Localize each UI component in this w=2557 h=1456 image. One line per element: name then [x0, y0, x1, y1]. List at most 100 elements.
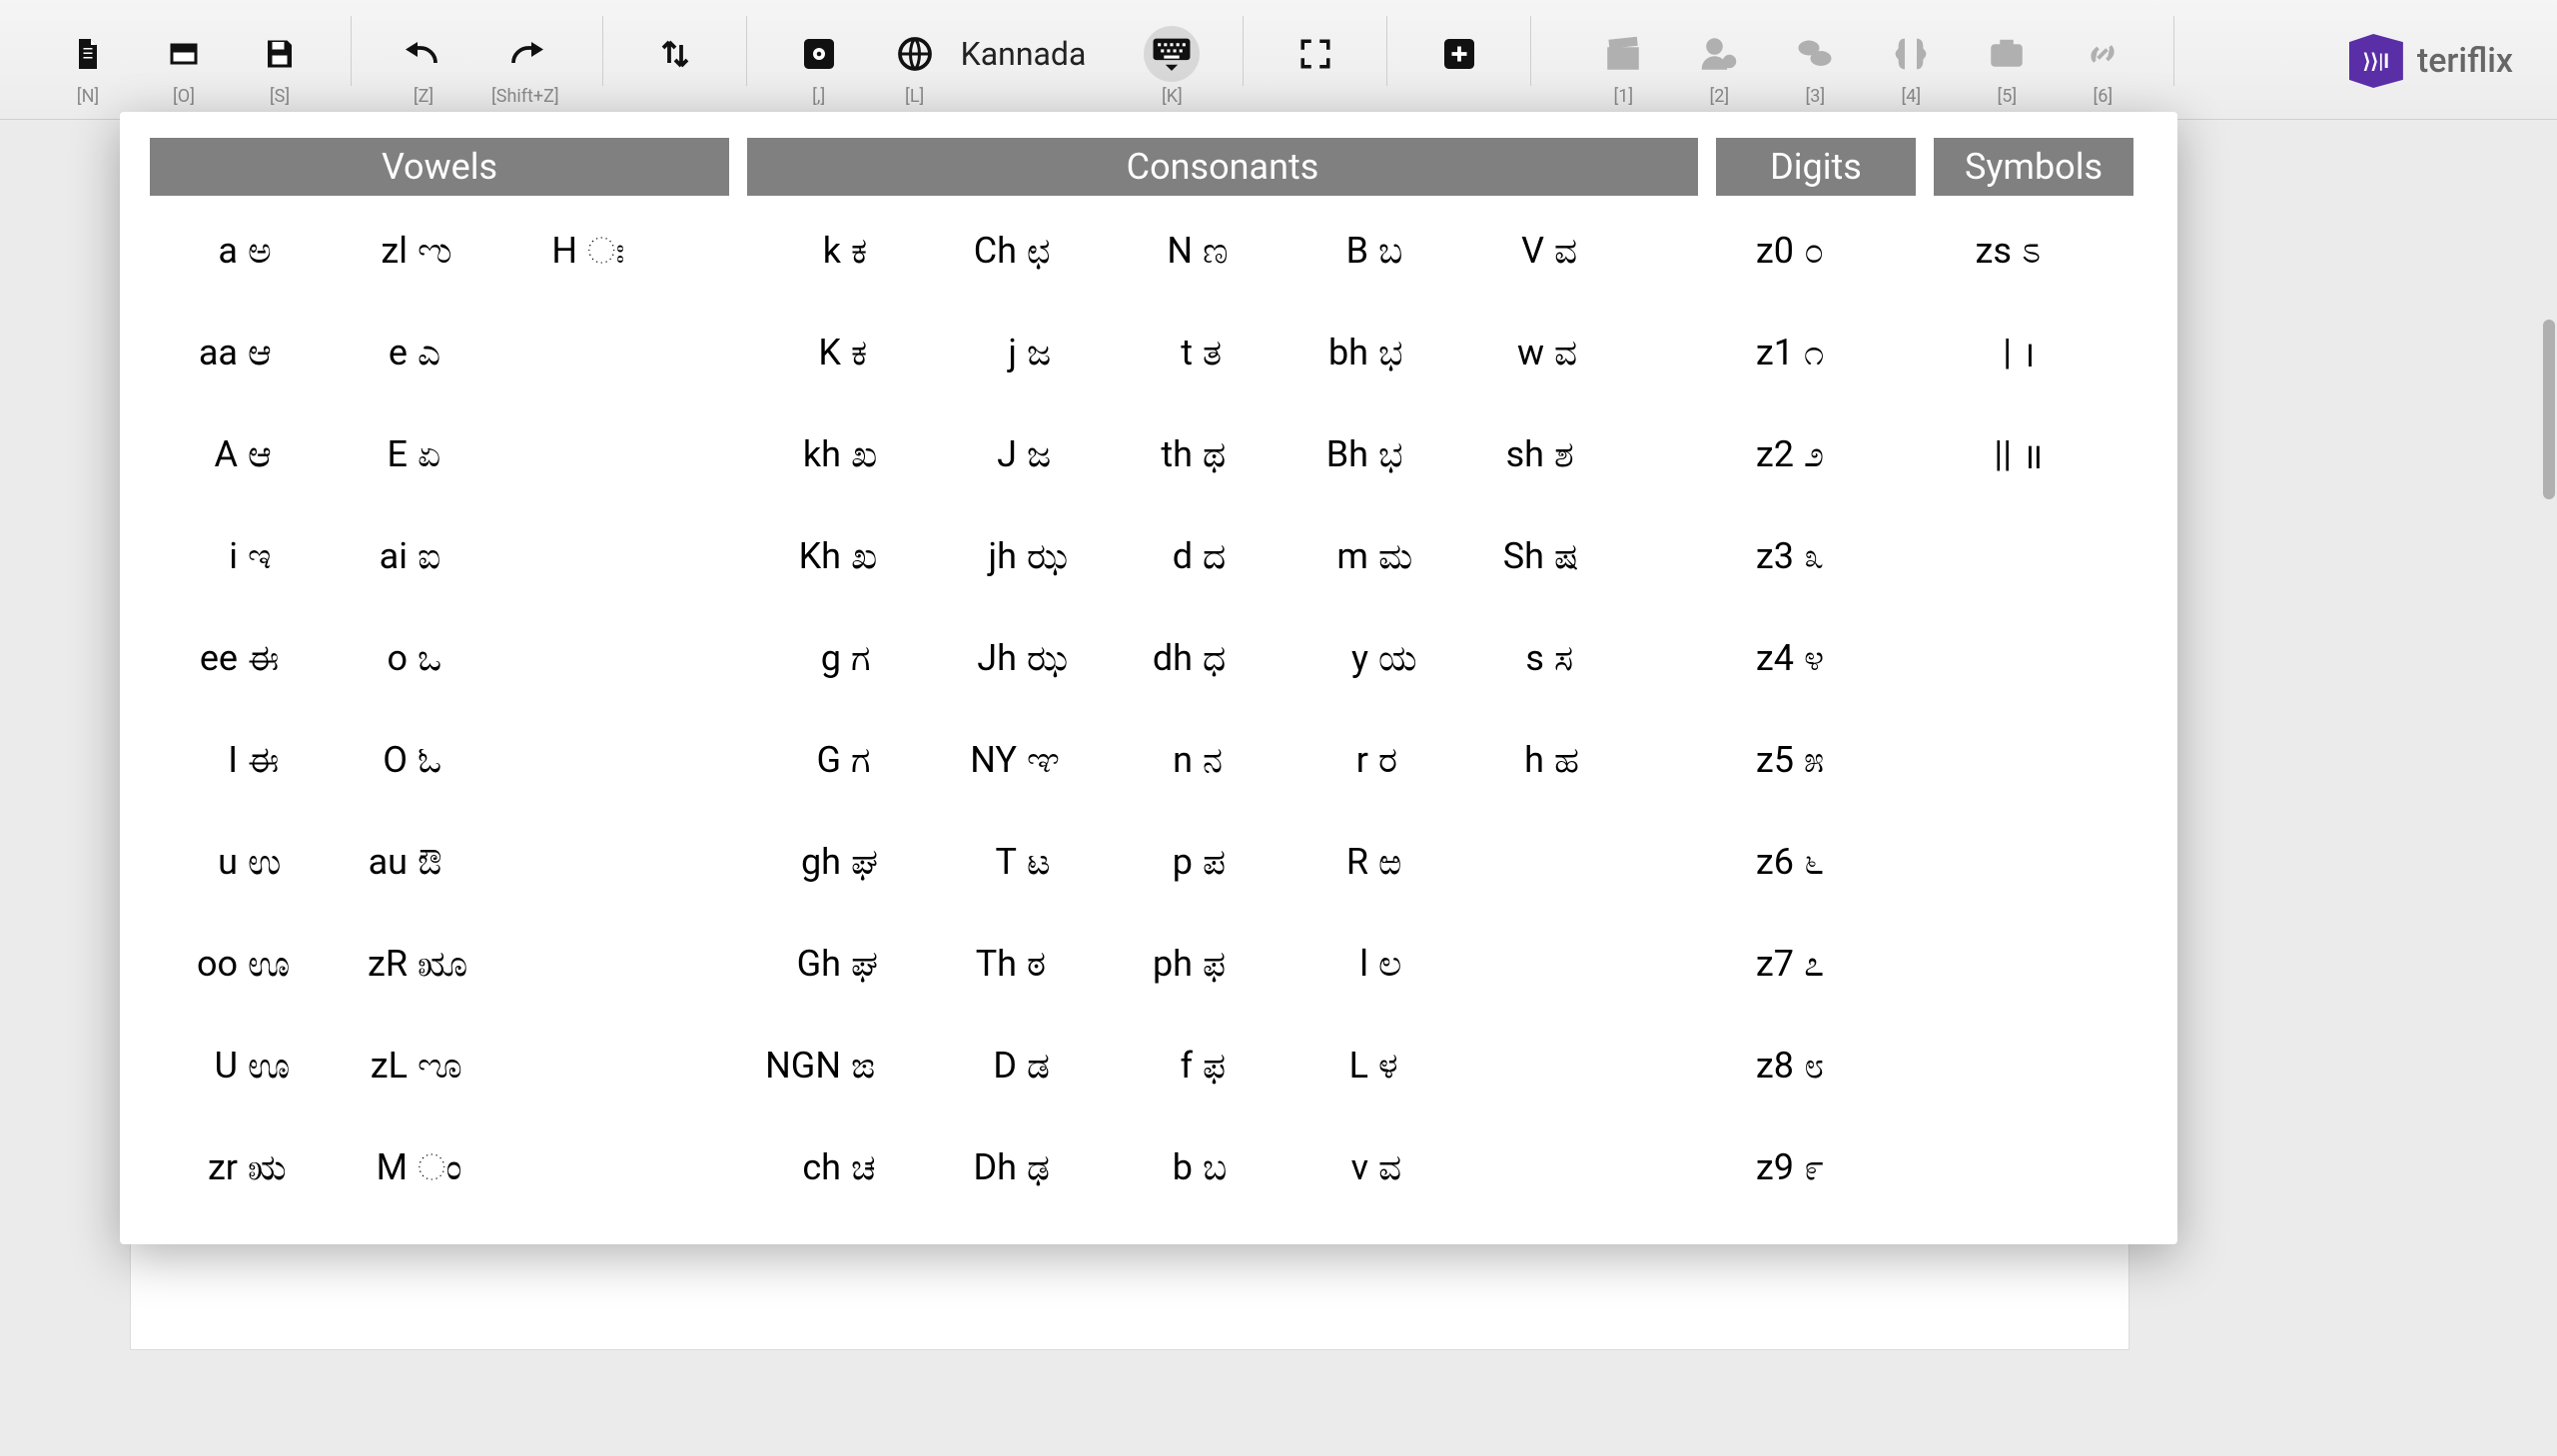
- add-button[interactable]: [1431, 26, 1487, 107]
- key-cell[interactable]: Khಖ: [753, 525, 917, 587]
- key-cell[interactable]: fಫ: [1105, 1035, 1269, 1096]
- key-cell[interactable]: zrಋ: [156, 1136, 314, 1198]
- key-cell[interactable]: Aಆ: [156, 423, 314, 485]
- key-cell[interactable]: bಬ: [1105, 1136, 1269, 1198]
- new-file-button[interactable]: [N]: [60, 26, 116, 107]
- key-cell[interactable]: z2೨: [1722, 423, 1870, 485]
- key-cell[interactable]: Dಡ: [929, 1035, 1093, 1096]
- key-cell[interactable]: z6೬: [1722, 831, 1870, 893]
- key-cell[interactable]: Thಠ: [929, 933, 1093, 995]
- key-cell[interactable]: Bಬ: [1280, 220, 1444, 282]
- key-cell[interactable]: z0೦: [1722, 220, 1870, 282]
- user-button[interactable]: [2]: [1691, 26, 1747, 107]
- key-cell[interactable]: lಲ: [1280, 933, 1444, 995]
- key-cell[interactable]: Mಂ: [326, 1136, 483, 1198]
- key-cell[interactable]: Uಊ: [156, 1035, 314, 1096]
- key-cell[interactable]: aiಐ: [326, 525, 483, 587]
- save-file-button[interactable]: [S]: [252, 26, 308, 107]
- key-cell[interactable]: eeಈ: [156, 627, 314, 689]
- key-cell[interactable]: Kಕ: [753, 322, 917, 383]
- key-cell[interactable]: uಉ: [156, 831, 314, 893]
- braces-icon: [1893, 36, 1929, 72]
- key-cell[interactable]: zsಽ: [1940, 220, 2088, 282]
- key-cell[interactable]: tತ: [1105, 322, 1269, 383]
- slate-button[interactable]: [1]: [1595, 26, 1651, 107]
- redo-button[interactable]: [Shift+Z]: [491, 26, 559, 107]
- key-cell[interactable]: zlಌ: [326, 220, 483, 282]
- keyboard-button[interactable]: [K]: [1144, 26, 1200, 107]
- key-cell[interactable]: ||॥: [1940, 423, 2088, 485]
- key-cell[interactable]: Iಈ: [156, 729, 314, 791]
- key-cell[interactable]: Hಃ: [495, 220, 653, 282]
- key-latin: k: [753, 230, 851, 272]
- key-cell[interactable]: Shಷ: [1456, 525, 1620, 587]
- key-cell[interactable]: aaಆ: [156, 322, 314, 383]
- key-cell[interactable]: thಥ: [1105, 423, 1269, 485]
- key-cell[interactable]: Nಣ: [1105, 220, 1269, 282]
- key-cell[interactable]: shಶ: [1456, 423, 1620, 485]
- sort-button[interactable]: [647, 26, 703, 107]
- key-cell[interactable]: aಅ: [156, 220, 314, 282]
- key-cell[interactable]: dದ: [1105, 525, 1269, 587]
- settings-button[interactable]: [,]: [791, 26, 847, 107]
- key-cell[interactable]: |।: [1940, 322, 2088, 383]
- collapse-button[interactable]: [1287, 26, 1343, 107]
- key-cell[interactable]: z5೫: [1722, 729, 1870, 791]
- key-cell[interactable]: Eಏ: [326, 423, 483, 485]
- key-cell[interactable]: zLೡ: [326, 1035, 483, 1096]
- key-cell[interactable]: nನ: [1105, 729, 1269, 791]
- key-cell[interactable]: ooಊ: [156, 933, 314, 995]
- key-cell[interactable]: auಔ: [326, 831, 483, 893]
- camera-button[interactable]: [5]: [1979, 26, 2035, 107]
- key-cell[interactable]: Gಗ: [753, 729, 917, 791]
- key-cell[interactable]: phಫ: [1105, 933, 1269, 995]
- key-cell[interactable]: z1೧: [1722, 322, 1870, 383]
- key-cell[interactable]: Rಱ: [1280, 831, 1444, 893]
- key-cell[interactable]: eಎ: [326, 322, 483, 383]
- key-cell[interactable]: z7೭: [1722, 933, 1870, 995]
- key-cell[interactable]: Bhಭ: [1280, 423, 1444, 485]
- key-cell[interactable]: Vವ: [1456, 220, 1620, 282]
- key-cell[interactable]: Lಳ: [1280, 1035, 1444, 1096]
- open-file-button[interactable]: [O]: [156, 26, 212, 107]
- key-cell[interactable]: Oಓ: [326, 729, 483, 791]
- key-cell[interactable]: hಹ: [1456, 729, 1620, 791]
- key-cell[interactable]: kಕ: [753, 220, 917, 282]
- key-cell[interactable]: z8೮: [1722, 1035, 1870, 1096]
- key-cell[interactable]: NYಞ: [929, 729, 1093, 791]
- key-cell[interactable]: iಇ: [156, 525, 314, 587]
- key-cell[interactable]: chಚ: [753, 1136, 917, 1198]
- key-cell[interactable]: rರ: [1280, 729, 1444, 791]
- key-cell[interactable]: vವ: [1280, 1136, 1444, 1198]
- key-cell[interactable]: sಸ: [1456, 627, 1620, 689]
- key-cell[interactable]: jhಝ: [929, 525, 1093, 587]
- key-cell[interactable]: Jಜ: [929, 423, 1093, 485]
- scrollbar[interactable]: [2539, 160, 2557, 1358]
- key-cell[interactable]: ghಘ: [753, 831, 917, 893]
- key-cell[interactable]: z4೪: [1722, 627, 1870, 689]
- key-cell[interactable]: gಗ: [753, 627, 917, 689]
- key-cell[interactable]: oಒ: [326, 627, 483, 689]
- key-cell[interactable]: Chಛ: [929, 220, 1093, 282]
- key-cell[interactable]: wವ: [1456, 322, 1620, 383]
- key-cell[interactable]: Ghಘ: [753, 933, 917, 995]
- key-cell[interactable]: bhಭ: [1280, 322, 1444, 383]
- key-cell[interactable]: NGNಙ: [753, 1035, 917, 1096]
- key-cell[interactable]: zRೠ: [326, 933, 483, 995]
- undo-button[interactable]: [Z]: [396, 26, 451, 107]
- key-cell[interactable]: yಯ: [1280, 627, 1444, 689]
- key-cell[interactable]: Tಟ: [929, 831, 1093, 893]
- key-cell[interactable]: mಮ: [1280, 525, 1444, 587]
- key-cell[interactable]: pಪ: [1105, 831, 1269, 893]
- key-cell[interactable]: dhಧ: [1105, 627, 1269, 689]
- language-button[interactable]: [L] Kannada: [887, 26, 1105, 107]
- braces-button[interactable]: [4]: [1883, 26, 1939, 107]
- key-cell[interactable]: Dhಢ: [929, 1136, 1093, 1198]
- key-cell[interactable]: z3೩: [1722, 525, 1870, 587]
- key-cell[interactable]: khಖ: [753, 423, 917, 485]
- key-cell[interactable]: z9೯: [1722, 1136, 1870, 1198]
- link-button[interactable]: [6]: [2075, 26, 2131, 107]
- chat-button[interactable]: [3]: [1787, 26, 1843, 107]
- key-cell[interactable]: Jhಝ: [929, 627, 1093, 689]
- key-cell[interactable]: jಜ: [929, 322, 1093, 383]
